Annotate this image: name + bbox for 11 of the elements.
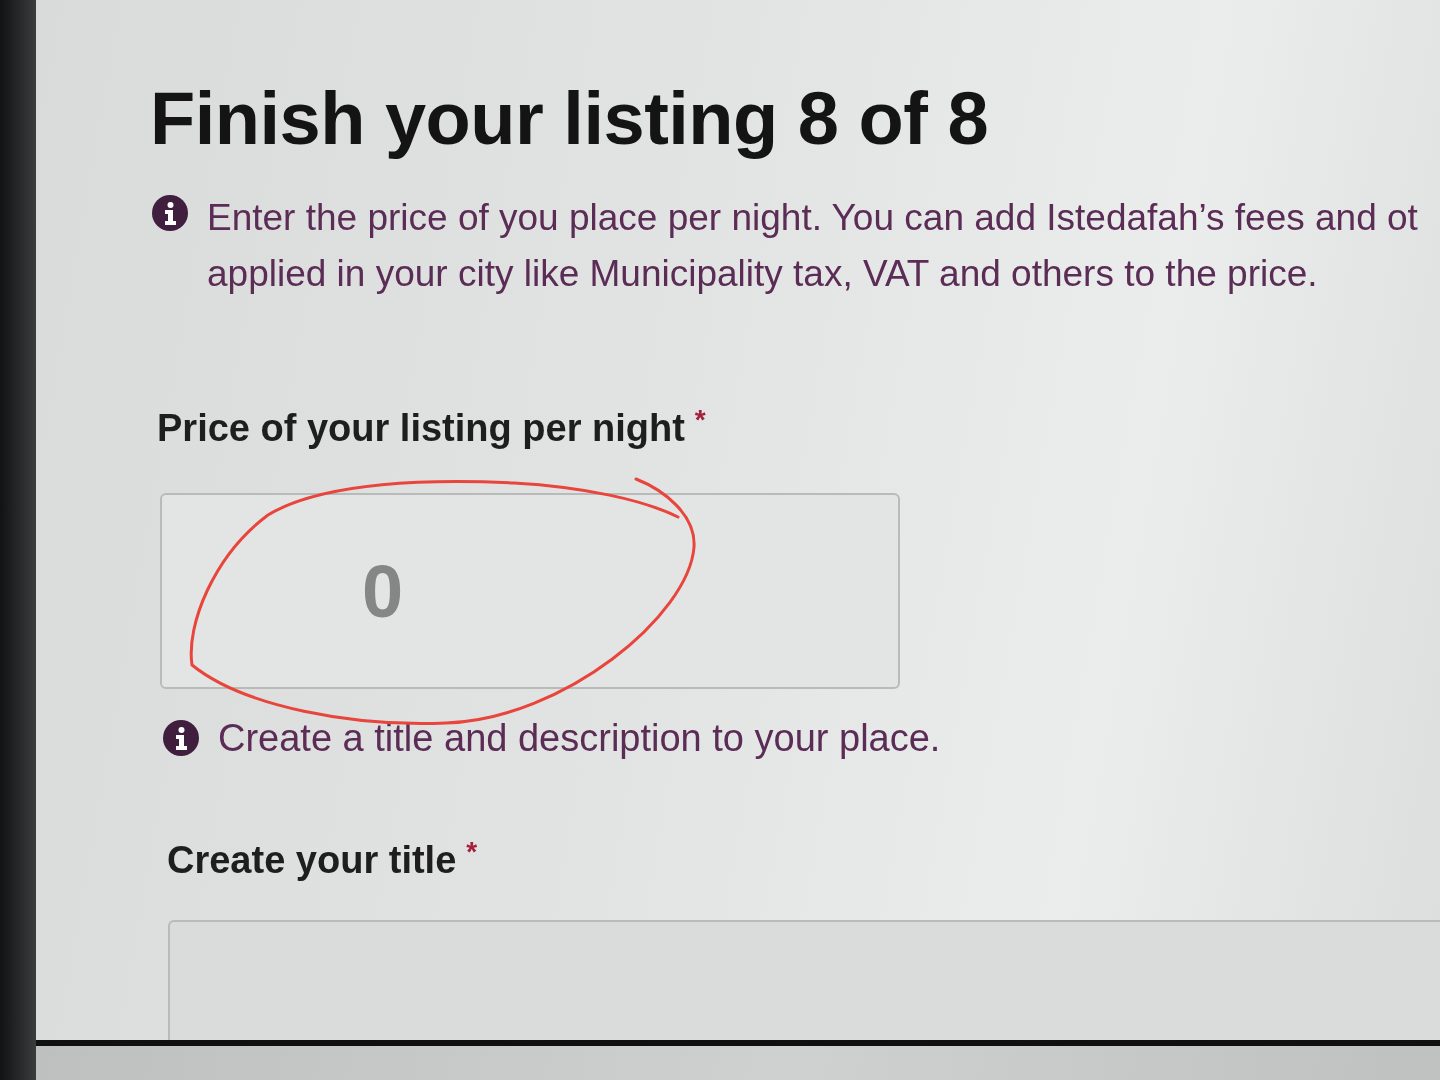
field-label: Create your title bbox=[167, 838, 457, 883]
hint-text: Enter the price of you place per night. You can add Istedafah’s fees and ot applied in your city like Municipality tax, VAT and others to the price. bbox=[207, 196, 1418, 296]
required-mark: * bbox=[694, 405, 706, 435]
title-input[interactable] bbox=[168, 920, 1440, 1040]
info-icon bbox=[152, 195, 188, 231]
price-input[interactable]: 0 bbox=[160, 493, 900, 689]
hint-text: Create a title and description to your place. bbox=[218, 716, 941, 761]
info-icon bbox=[163, 720, 199, 756]
field-label: Price of your listing per night bbox=[157, 406, 685, 451]
page-heading: Finish your listing 8 of 8 bbox=[150, 76, 990, 162]
required-mark: * bbox=[466, 837, 478, 867]
